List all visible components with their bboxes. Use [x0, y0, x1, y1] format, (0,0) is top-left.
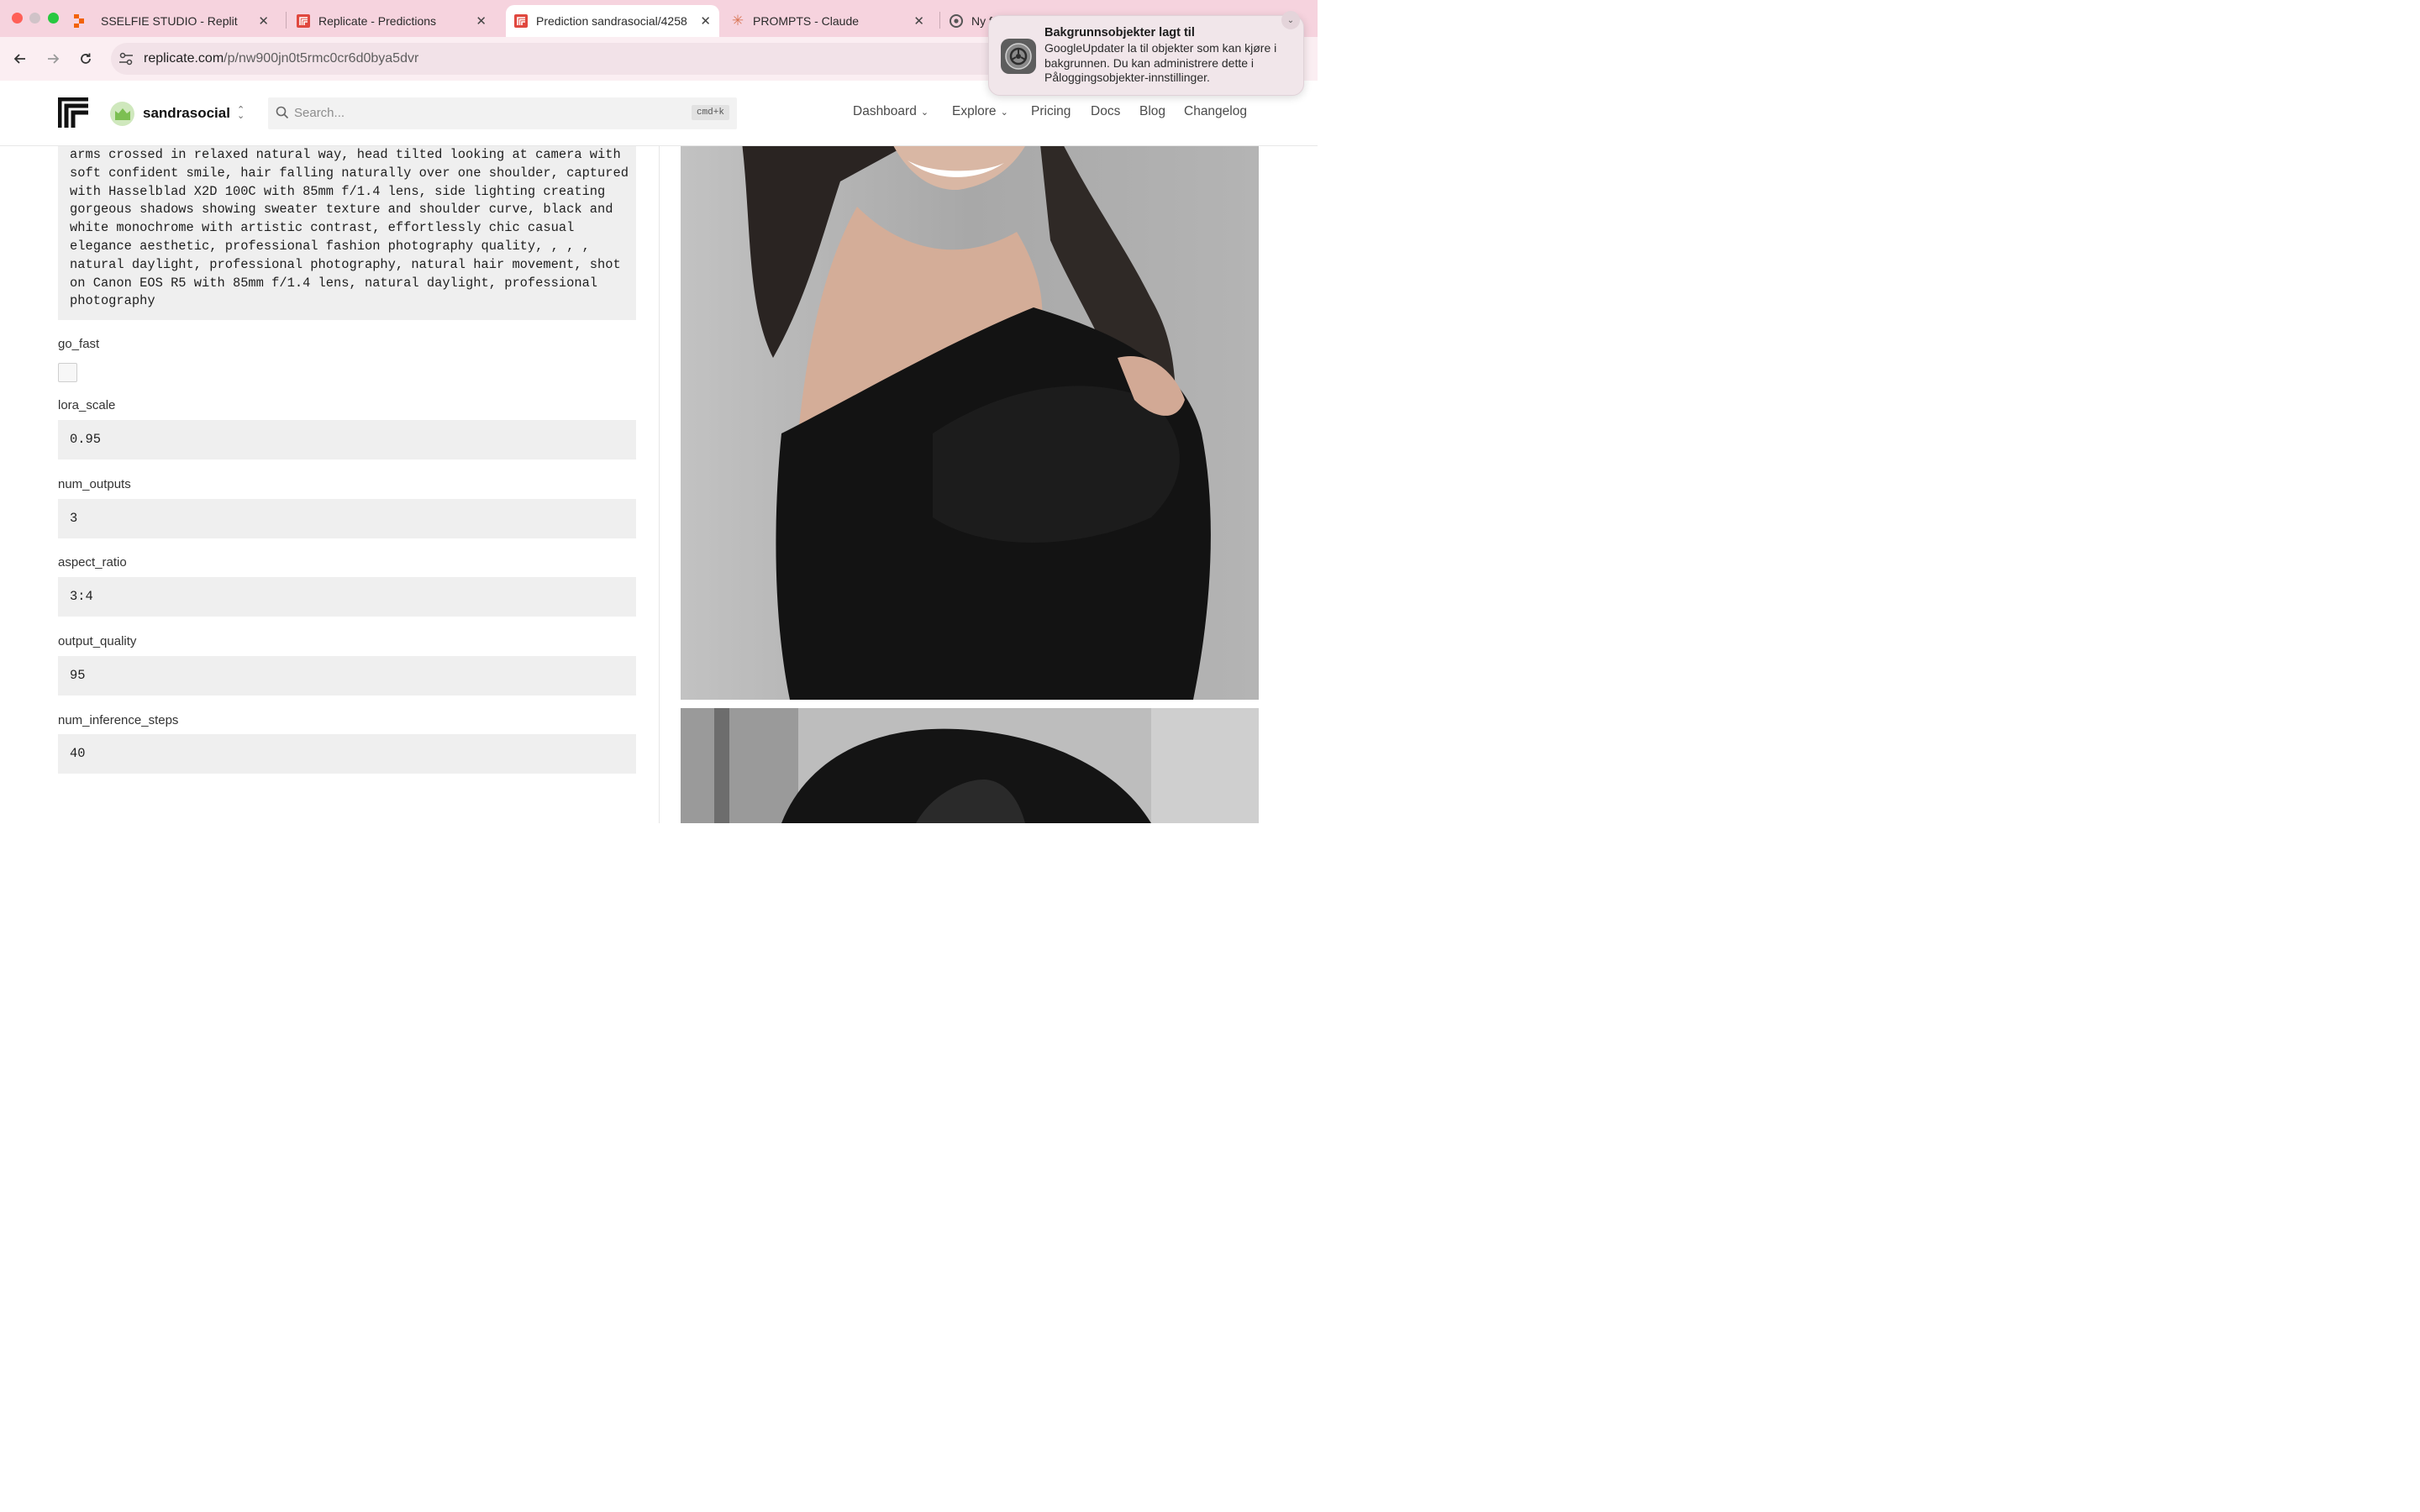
url-text[interactable]: replicate.com/p/nw900jn0t5rmc0cr6d0bya5d… [144, 51, 418, 66]
prompt-textarea[interactable]: arms crossed in relaxed natural way, hea… [58, 146, 636, 320]
output-quality-value: 95 [70, 668, 86, 683]
tab-close-icon[interactable]: ✕ [258, 13, 269, 29]
output-quality-field[interactable]: 95 [58, 656, 636, 696]
tab-title: Prediction sandrasocial/4258 [536, 14, 687, 28]
nav-dashboard[interactable]: Dashboard ⌄ [853, 104, 929, 119]
claude-icon: ✳ [731, 13, 744, 29]
back-arrow-icon[interactable] [10, 49, 30, 69]
num-inference-steps-label: num_inference_steps [58, 713, 179, 727]
nav-label: Explore [952, 104, 997, 118]
prompt-text: arms crossed in relaxed natural way, hea… [70, 147, 629, 309]
tab-close-icon[interactable]: ✕ [913, 13, 924, 29]
browser-tab[interactable]: Ny f [943, 5, 993, 37]
account-switcher[interactable]: sandrasocial ⌃ ⌄ [110, 101, 245, 126]
tab-title: Replicate - Predictions [318, 14, 437, 28]
address-bar[interactable]: replicate.com/p/nw900jn0t5rmc0cr6d0bya5d… [111, 43, 1035, 75]
nav-blog[interactable]: Blog [1139, 104, 1165, 119]
tab-title: PROMPTS - Claude [753, 14, 860, 28]
url-path: /p/nw900jn0t5rmc0cr6d0bya5dvr [224, 51, 419, 66]
replicate-logo[interactable] [57, 97, 88, 128]
num-outputs-value: 3 [70, 511, 78, 526]
site-settings-icon[interactable] [118, 52, 134, 70]
replicate-icon [297, 14, 310, 28]
lora-scale-label: lora_scale [58, 398, 116, 412]
window-zoom-button[interactable] [48, 13, 59, 24]
tab-close-icon[interactable]: ✕ [476, 13, 487, 29]
notification-body: GoogleUpdater la til objekter som kan kj… [1044, 41, 1277, 84]
reload-icon[interactable] [76, 49, 96, 69]
browser-tab-active[interactable]: Prediction sandrasocial/4258 ✕ [506, 5, 719, 37]
nav-pricing[interactable]: Pricing [1031, 104, 1071, 119]
nav-explore[interactable]: Explore ⌄ [952, 104, 1008, 119]
replicate-icon [514, 14, 528, 28]
tab-title: SSELFIE STUDIO - Replit [101, 14, 238, 28]
num-inference-steps-field[interactable]: 40 [58, 734, 636, 774]
portrait-photo [681, 81, 1259, 700]
tab-close-icon[interactable]: ✕ [700, 13, 711, 29]
num-inference-steps-value: 40 [70, 746, 86, 761]
browser-tab[interactable]: SSELFIE STUDIO - Replit ✕ [72, 5, 281, 37]
lora-scale-value: 0.95 [70, 432, 101, 447]
go-fast-label: go_fast [58, 337, 100, 351]
account-name: sandrasocial [143, 105, 230, 121]
chrome-icon [950, 14, 963, 28]
num-outputs-label: num_outputs [58, 477, 131, 491]
url-host: replicate.com [144, 51, 224, 66]
window-close-button[interactable] [12, 13, 23, 24]
system-notification[interactable]: ⌄ Bakgrunnsobjekter lagt til GoogleUpdat… [988, 11, 1304, 96]
nav-changelog[interactable]: Changelog [1184, 104, 1247, 119]
go-fast-checkbox[interactable] [58, 363, 77, 382]
num-outputs-field[interactable]: 3 [58, 499, 636, 538]
lora-scale-field[interactable]: 0.95 [58, 420, 636, 459]
search-shortcut-badge: cmd+k [691, 105, 729, 120]
chevron-down-icon: ⌄ [920, 108, 929, 118]
forward-arrow-icon[interactable] [43, 49, 63, 69]
nav-label: Dashboard [853, 104, 917, 118]
search-input[interactable]: Search... cmd+k [268, 97, 737, 129]
input-panel: arms crossed in relaxed natural way, hea… [0, 146, 660, 823]
tab-divider [286, 12, 287, 29]
chevron-up-down-icon: ⌃ ⌄ [236, 105, 245, 121]
output-image-2[interactable] [681, 708, 1259, 823]
search-icon [276, 106, 291, 121]
output-quality-label: output_quality [58, 634, 137, 648]
chevron-down-icon[interactable]: ⌄ [1281, 11, 1300, 29]
tab-divider [939, 12, 940, 29]
aspect-ratio-field[interactable]: 3:4 [58, 577, 636, 617]
chevron-down-icon: ⌄ [1000, 108, 1008, 118]
search-placeholder: Search... [294, 106, 345, 120]
system-settings-icon [1001, 39, 1036, 74]
browser-tab[interactable]: ✳ PROMPTS - Claude ✕ [724, 5, 936, 37]
aspect-ratio-label: aspect_ratio [58, 555, 127, 570]
browser-tab[interactable]: Replicate - Predictions ✕ [288, 5, 498, 37]
nav-docs[interactable]: Docs [1091, 104, 1120, 119]
replit-icon [72, 14, 86, 28]
avatar [110, 101, 134, 126]
portrait-photo [681, 708, 1259, 823]
window-minimize-button[interactable] [29, 13, 40, 24]
notification-title: Bakgrunnsobjekter lagt til [1044, 26, 1195, 39]
output-image-1[interactable] [681, 81, 1259, 700]
aspect-ratio-value: 3:4 [70, 589, 93, 604]
